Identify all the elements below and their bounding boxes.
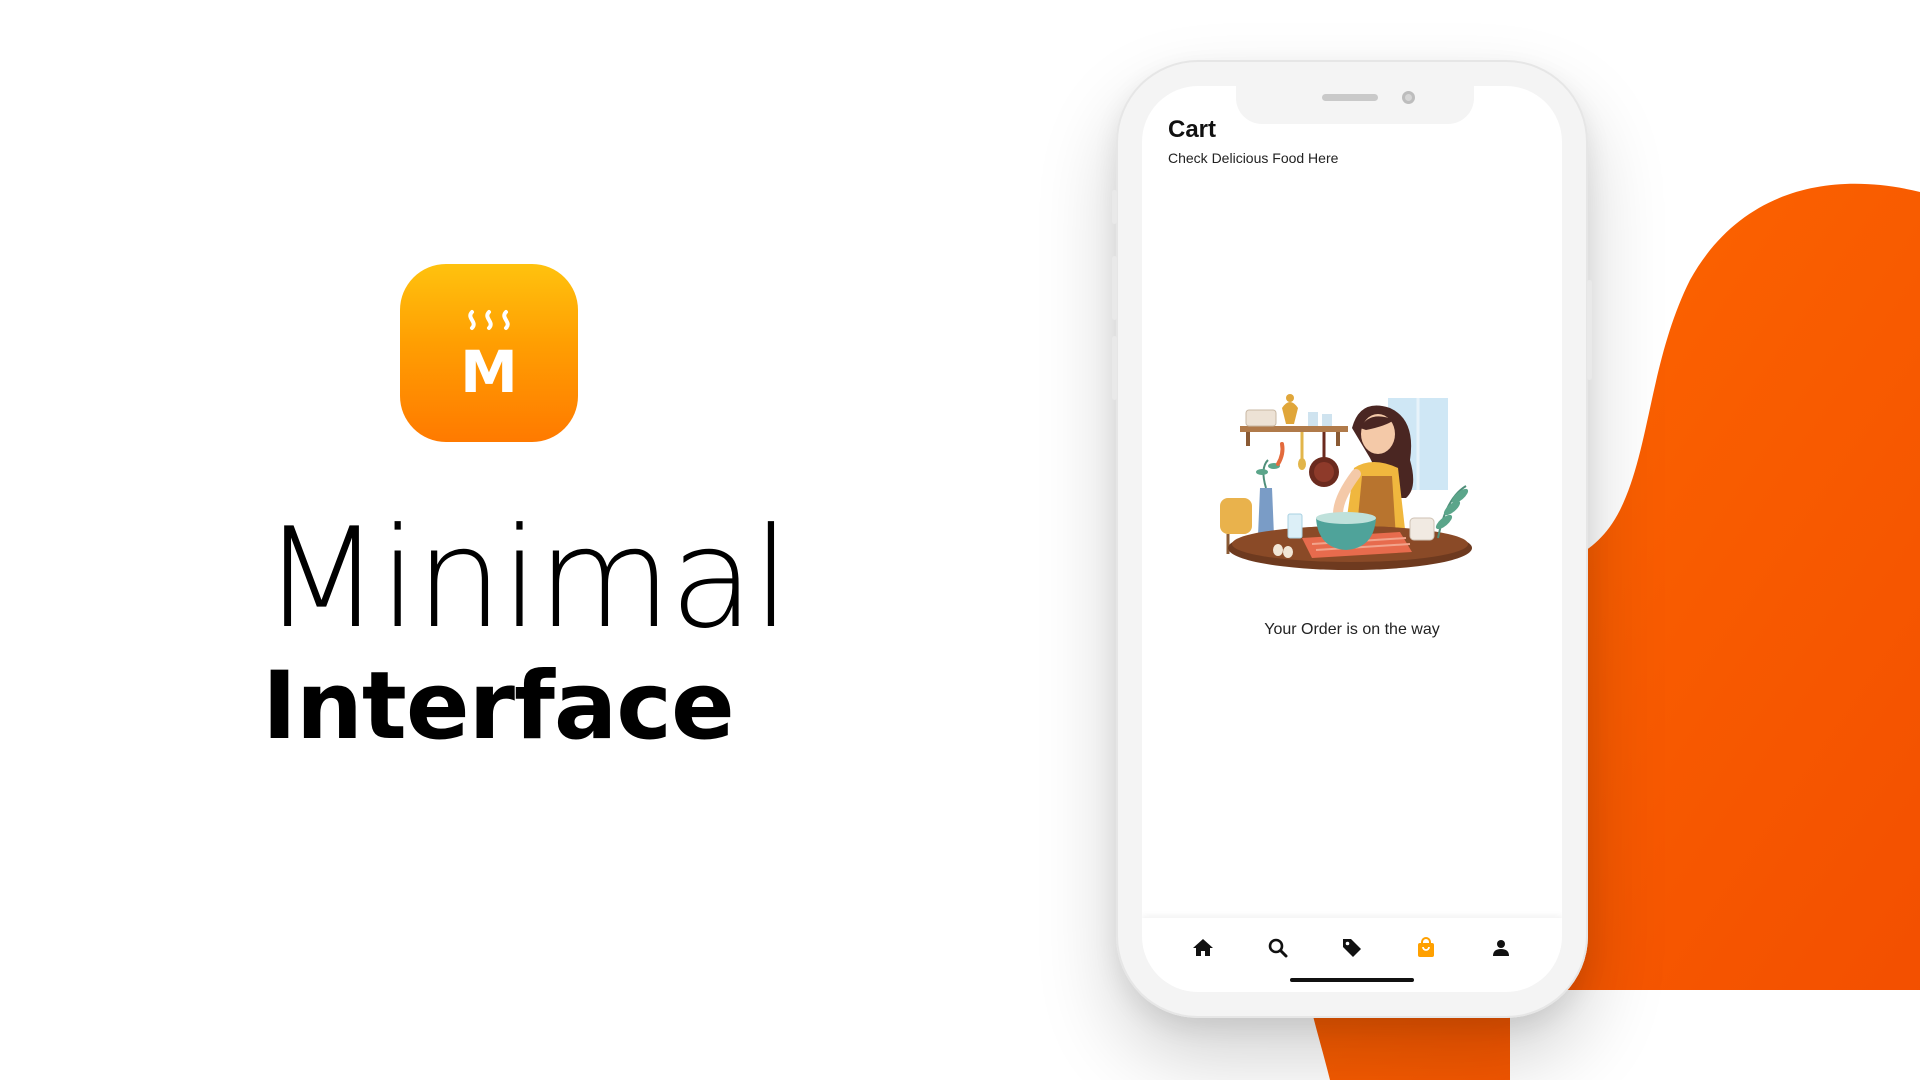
speaker-grille (1322, 94, 1378, 101)
front-camera (1402, 91, 1415, 104)
phone-power-button (1587, 280, 1592, 380)
phone-screen: Cart Check Delicious Food Here Your Orde… (1142, 86, 1562, 992)
person-icon (1492, 940, 1509, 956)
headline-minimal: Minimal (262, 498, 791, 659)
nav-cart[interactable] (1406, 928, 1446, 968)
nav-offers[interactable] (1332, 928, 1372, 968)
canvas: M Minimal Interface Cart Check Delicious… (0, 0, 1920, 1080)
phone-volume-down (1112, 336, 1117, 400)
app-logo: M (400, 264, 578, 442)
woman-cooking-illustration (1220, 394, 1472, 570)
logo-letter: M (460, 338, 518, 406)
phone-mockup: Cart Check Delicious Food Here Your Orde… (1112, 60, 1592, 1018)
steaming-m-logo-icon: M (460, 310, 518, 406)
phone-notch (1236, 86, 1474, 124)
phone-volume-up (1112, 256, 1117, 320)
headline-interface: Interface (262, 652, 735, 761)
nav-profile[interactable] (1481, 928, 1521, 968)
order-status-text: Your Order is on the way (1264, 621, 1440, 638)
page-subtitle: Check Delicious Food Here (1168, 150, 1339, 166)
home-icon (1193, 939, 1214, 956)
nav-home[interactable] (1183, 928, 1223, 968)
tag-icon (1342, 939, 1361, 957)
home-indicator[interactable] (1290, 978, 1414, 982)
shopping-bag-icon (1418, 937, 1435, 957)
page-title: Cart (1168, 116, 1217, 143)
search-icon (1268, 938, 1288, 958)
phone-mute-switch (1112, 190, 1117, 224)
nav-search[interactable] (1258, 928, 1298, 968)
